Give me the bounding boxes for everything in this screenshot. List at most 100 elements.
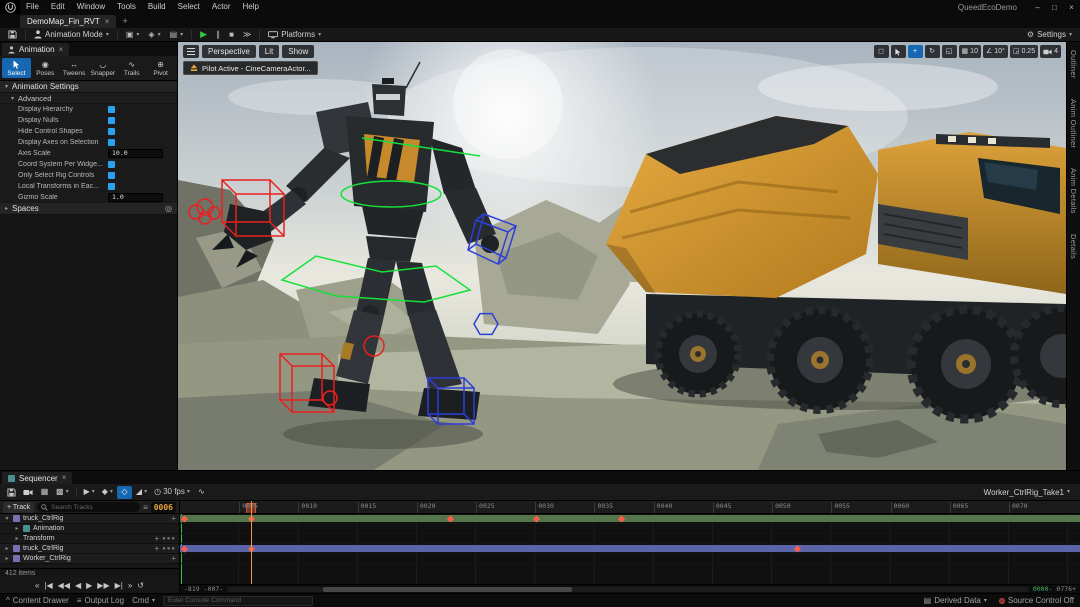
- track-search[interactable]: [37, 502, 140, 512]
- advanced-header[interactable]: ▾Advanced: [0, 93, 177, 104]
- step-forward-button[interactable]: ▶▶: [97, 582, 109, 590]
- menu-tools[interactable]: Tools: [111, 0, 142, 14]
- play-reverse-button[interactable]: ◀: [75, 582, 81, 590]
- menu-edit[interactable]: Edit: [45, 0, 71, 14]
- keyframe[interactable]: [532, 515, 539, 522]
- playhead[interactable]: [251, 501, 252, 584]
- track-row-truck-ctrlrig[interactable]: ▾ truck_CtrlRig +: [0, 514, 179, 524]
- grid-snap-toggle[interactable]: ▦10: [959, 45, 981, 58]
- loop-toggle[interactable]: ↺: [137, 582, 144, 590]
- console-input[interactable]: [163, 596, 313, 606]
- track-row-animation[interactable]: ▸ Animation: [0, 524, 179, 534]
- tab-anim-outliner[interactable]: Anim Outliner: [1069, 99, 1078, 148]
- tab-outliner[interactable]: Outliner: [1069, 50, 1078, 79]
- add-section-button[interactable]: +: [171, 555, 176, 563]
- spaces-options-icon[interactable]: ◎: [165, 205, 172, 213]
- checkbox[interactable]: [108, 106, 115, 113]
- viewport-options-icon[interactable]: [183, 45, 199, 58]
- track-label[interactable]: truck_CtrlRig: [23, 545, 63, 552]
- tool-poses[interactable]: ◉ Poses: [31, 58, 60, 78]
- add-section-button[interactable]: +: [154, 535, 159, 543]
- playback-options-icon[interactable]: ▶▾: [81, 486, 98, 499]
- play-button[interactable]: ▶: [196, 29, 211, 41]
- add-section-button[interactable]: +: [154, 545, 159, 553]
- expand-caret-icon[interactable]: ▸: [4, 545, 10, 552]
- checkbox[interactable]: [108, 128, 115, 135]
- track-row-truck-ctrlrig-2[interactable]: ▸ truck_CtrlRig + ●●●: [0, 544, 179, 554]
- menu-actor[interactable]: Actor: [206, 0, 237, 14]
- timeline-ruler[interactable]: 0005001000150020002500300035004000450050…: [180, 501, 1080, 514]
- jump-to-end-button[interactable]: »: [128, 582, 132, 590]
- timeline-row[interactable]: [180, 534, 1080, 544]
- cinematics-icon[interactable]: ▤▾: [166, 29, 188, 41]
- expand-caret-icon[interactable]: ▸: [14, 525, 20, 532]
- maximize-button[interactable]: □: [1046, 0, 1063, 14]
- sequence-breadcrumb[interactable]: Worker_CtrlRig_Take1▾: [984, 488, 1076, 497]
- close-icon[interactable]: ×: [105, 18, 110, 26]
- view-end-label[interactable]: 0776+: [1056, 585, 1076, 593]
- camera-speed-button[interactable]: 4: [1040, 45, 1061, 58]
- scale-snap-toggle[interactable]: ◲0.25: [1010, 45, 1038, 58]
- view-start-label[interactable]: -007-: [204, 585, 224, 593]
- track-label[interactable]: truck_CtrlRig: [23, 515, 63, 522]
- tool-pivot[interactable]: ⊕ Pivot: [146, 58, 175, 78]
- track-label[interactable]: Animation: [33, 525, 64, 532]
- expand-caret-icon[interactable]: ▸: [4, 555, 10, 562]
- sequencer-timeline[interactable]: 0005001000150020002500300035004000450050…: [180, 501, 1080, 593]
- menu-file[interactable]: File: [20, 0, 45, 14]
- tab-details[interactable]: Details: [1069, 234, 1078, 259]
- checkbox[interactable]: [108, 172, 115, 179]
- timeline-row[interactable]: [180, 544, 1080, 554]
- viewport-scene[interactable]: [178, 42, 1066, 470]
- timeline-row[interactable]: [180, 554, 1080, 564]
- save-icon[interactable]: [4, 29, 21, 41]
- checkbox[interactable]: [108, 117, 115, 124]
- track-row-worker-ctrlrig[interactable]: ▸ Worker_CtrlRig +: [0, 554, 179, 564]
- play-button[interactable]: ▶: [86, 582, 92, 590]
- view-mode-dropdown[interactable]: Lit: [259, 45, 279, 58]
- filter-icon[interactable]: ≡: [143, 503, 148, 512]
- scrollbar-thumb[interactable]: [323, 587, 571, 592]
- pilot-banner[interactable]: Pilot Active - CineCameraActor...: [183, 61, 318, 75]
- source-control-button[interactable]: Source Control Off: [999, 596, 1074, 605]
- close-button[interactable]: ×: [1063, 0, 1080, 14]
- keyframe[interactable]: [793, 545, 800, 552]
- actions-icon[interactable]: ▩▾: [53, 486, 72, 499]
- pause-button[interactable]: ∥: [212, 29, 224, 41]
- timeline-row[interactable]: [180, 524, 1080, 534]
- tool-tweens[interactable]: ↔ Tweens: [60, 58, 89, 78]
- step-back-button[interactable]: ◀◀: [58, 582, 70, 590]
- save-icon[interactable]: [4, 486, 19, 499]
- unreal-logo-icon[interactable]: [0, 0, 20, 14]
- track-label[interactable]: Worker_CtrlRig: [23, 555, 71, 562]
- platforms-dropdown[interactable]: Platforms ▾: [264, 29, 325, 41]
- maximize-viewport-icon[interactable]: ◻: [874, 45, 889, 58]
- skip-button[interactable]: ≫: [239, 29, 255, 41]
- tool-trails[interactable]: ∿ Trails: [117, 58, 146, 78]
- editor-mode-dropdown[interactable]: Animation Mode ▾: [30, 29, 113, 41]
- minimize-button[interactable]: –: [1029, 0, 1046, 14]
- checkbox[interactable]: [108, 183, 115, 190]
- tab-animation[interactable]: Animation ×: [2, 43, 69, 56]
- add-track-button[interactable]: + Track: [3, 502, 34, 513]
- keyframe-options-icon[interactable]: ◆▾: [99, 486, 116, 499]
- spaces-header[interactable]: ▸Spaces ◎: [0, 203, 177, 215]
- rotation-snap-toggle[interactable]: ∠10°: [983, 45, 1008, 58]
- close-icon[interactable]: ×: [62, 474, 67, 482]
- timeline-row[interactable]: [180, 514, 1080, 524]
- expand-caret-icon[interactable]: ▸: [14, 535, 20, 542]
- fps-dropdown[interactable]: ◷30 fps▾: [151, 486, 193, 499]
- close-icon[interactable]: ×: [59, 46, 64, 54]
- timeline-scrollbar[interactable]: [227, 587, 1029, 592]
- select-tool-icon[interactable]: [891, 45, 906, 58]
- gizmo-scale-input[interactable]: 1.0: [108, 193, 163, 202]
- render-movie-icon[interactable]: ▦: [37, 486, 52, 499]
- level-tab[interactable]: DemoMap_Fin_RVT ×: [20, 15, 116, 28]
- track-label[interactable]: Transform: [23, 535, 55, 542]
- track-options-icon[interactable]: ●●●: [162, 536, 176, 542]
- stop-button[interactable]: ■: [225, 29, 238, 41]
- add-section-button[interactable]: +: [171, 515, 176, 523]
- track-section-green[interactable]: [180, 515, 1080, 522]
- curve-editor-icon[interactable]: ∿: [194, 486, 209, 499]
- add-content-icon[interactable]: ▣▾: [122, 29, 144, 41]
